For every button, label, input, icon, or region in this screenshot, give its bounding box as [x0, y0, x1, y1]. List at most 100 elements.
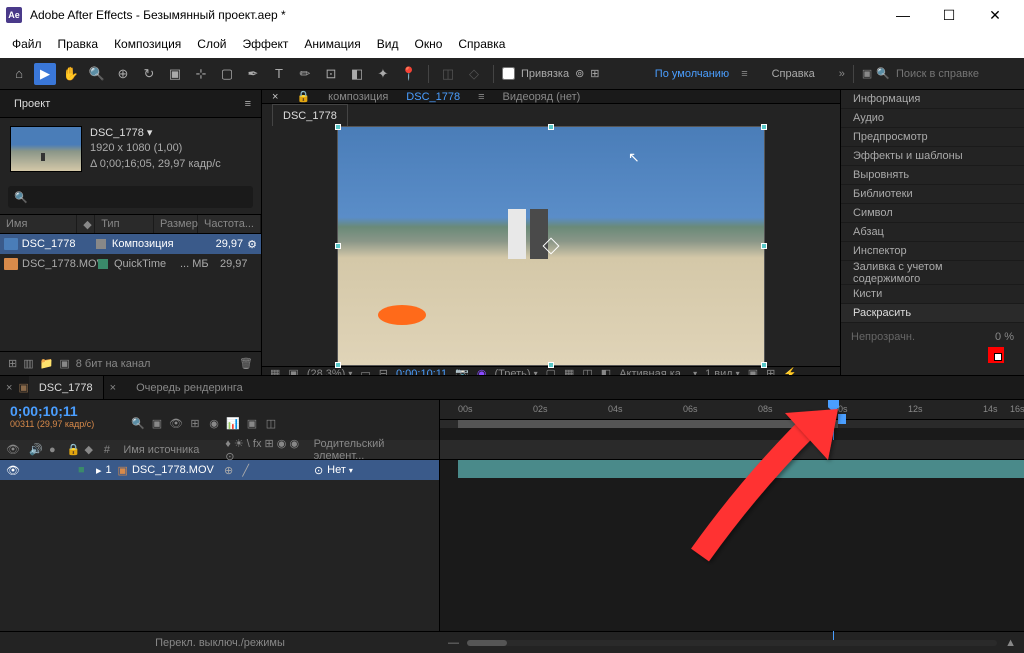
menu-animation[interactable]: Анимация: [296, 37, 368, 51]
rect-tool[interactable]: ▢: [216, 63, 238, 85]
interpret-icon[interactable]: ⊞: [8, 357, 17, 370]
panel-audio[interactable]: Аудио: [841, 109, 1024, 128]
shape-tool[interactable]: ◇: [463, 63, 485, 85]
bin-icon[interactable]: ▥: [23, 357, 33, 370]
panel-contentfill[interactable]: Заливка с учетом содержимого: [841, 261, 1024, 285]
tag-swatch[interactable]: [98, 259, 108, 269]
handle[interactable]: [761, 362, 767, 368]
menu-window[interactable]: Окно: [406, 37, 450, 51]
col-type[interactable]: Тип: [95, 215, 154, 233]
snap-checkbox[interactable]: [502, 67, 515, 80]
help-label[interactable]: Справка: [772, 68, 815, 80]
panel-paint[interactable]: Раскрасить: [841, 304, 1024, 323]
panel-align[interactable]: Выровнять: [841, 166, 1024, 185]
canvas[interactable]: ↖: [337, 126, 765, 366]
menu-file[interactable]: Файл: [4, 37, 50, 51]
opacity-value[interactable]: 0 %: [995, 331, 1014, 343]
text-tool[interactable]: T: [268, 63, 290, 85]
motion-blur-icon[interactable]: ◉: [206, 415, 222, 431]
col-freq[interactable]: Частота...: [198, 215, 261, 233]
col-source[interactable]: Имя источника: [123, 444, 219, 456]
eraser-tool[interactable]: ◧: [346, 63, 368, 85]
col-name[interactable]: Имя: [0, 215, 77, 233]
zoom-in-icon[interactable]: ▲: [1005, 637, 1016, 649]
anchor-tool[interactable]: ⊹: [190, 63, 212, 85]
workspace-default[interactable]: По умолчанию: [647, 68, 737, 80]
rotate-tool[interactable]: ↻: [138, 63, 160, 85]
search-home-icon[interactable]: ▣: [862, 67, 872, 80]
menu-help[interactable]: Справка: [450, 37, 513, 51]
parent-dropdown[interactable]: Нет: [327, 464, 353, 476]
viewport[interactable]: ↖: [262, 126, 840, 366]
proxy-icon[interactable]: ◫: [263, 415, 279, 431]
handle[interactable]: [335, 124, 341, 130]
close-button[interactable]: ✕: [972, 0, 1018, 30]
handle[interactable]: [335, 362, 341, 368]
handle[interactable]: [548, 124, 554, 130]
tl-comp-icon[interactable]: ▣: [149, 415, 165, 431]
project-tab[interactable]: Проект: [10, 98, 54, 110]
handle[interactable]: [548, 362, 554, 368]
shy-icon[interactable]: 👁: [168, 415, 184, 431]
draft-icon[interactable]: ▣: [244, 415, 260, 431]
camera-tool[interactable]: ▣: [164, 63, 186, 85]
col-tag[interactable]: ◆: [77, 215, 95, 233]
menu-composition[interactable]: Композиция: [106, 37, 189, 51]
menu-edit[interactable]: Правка: [50, 37, 107, 51]
orbit-tool[interactable]: ⊕: [112, 63, 134, 85]
bg-swatch[interactable]: [994, 353, 1002, 361]
menu-effect[interactable]: Эффект: [234, 37, 296, 51]
pen-tool[interactable]: ✒: [242, 63, 264, 85]
zoom-out-icon[interactable]: —: [448, 637, 459, 649]
stamp-tool[interactable]: ⊡: [320, 63, 342, 85]
handle[interactable]: [761, 124, 767, 130]
work-area[interactable]: [458, 420, 838, 428]
lock-icon[interactable]: 🔒: [296, 90, 310, 103]
layer-row[interactable]: 👁 ■ ▸ 1 ▣ DSC_1778.MOV ⊕ ╱ ⊙ Нет: [0, 460, 439, 480]
work-area-end[interactable]: [838, 414, 846, 424]
panel-character[interactable]: Символ: [841, 204, 1024, 223]
search-input[interactable]: [896, 68, 1016, 80]
col-size[interactable]: Размер: [154, 215, 198, 233]
selection-tool[interactable]: ▶: [34, 63, 56, 85]
expand-icon[interactable]: »: [839, 68, 845, 80]
panel-brushes[interactable]: Кисти: [841, 285, 1024, 304]
home-icon[interactable]: ⌂: [8, 63, 30, 85]
brush-tool[interactable]: ✏: [294, 63, 316, 85]
handle[interactable]: [335, 243, 341, 249]
panel-effects[interactable]: Эффекты и шаблоны: [841, 147, 1024, 166]
panel-menu-icon[interactable]: ≡: [245, 98, 251, 110]
project-row-comp[interactable]: DSC_1778 Композиция 29,97 ⚙: [0, 234, 261, 254]
col-parent[interactable]: Родительский элемент...: [314, 438, 433, 462]
panel-info[interactable]: Информация: [841, 90, 1024, 109]
bpc-label[interactable]: 8 бит на канал: [76, 358, 151, 370]
zoom-tool[interactable]: 🔍: [86, 63, 108, 85]
comp-tab[interactable]: DSC_1778: [272, 104, 348, 126]
trash-icon[interactable]: 🗑: [239, 357, 253, 370]
snap-align-icon[interactable]: ⊞: [590, 67, 599, 80]
panel-preview[interactable]: Предпросмотр: [841, 128, 1024, 147]
timeline-tab[interactable]: DSC_1778: [29, 376, 104, 399]
layer-clip[interactable]: [458, 460, 1024, 478]
menu-layer[interactable]: Слой: [189, 37, 234, 51]
search-icon[interactable]: 🔍: [130, 415, 146, 431]
tag-swatch[interactable]: [96, 239, 106, 249]
panel-paragraph[interactable]: Абзац: [841, 223, 1024, 242]
graph-icon[interactable]: 📊: [225, 415, 241, 431]
frame-blend-icon[interactable]: ⊞: [187, 415, 203, 431]
project-search[interactable]: 🔍: [8, 186, 253, 208]
workspace-menu-icon[interactable]: ≡: [741, 68, 747, 80]
mask-tool[interactable]: ◫: [437, 63, 459, 85]
menu-view[interactable]: Вид: [369, 37, 407, 51]
fg-swatch[interactable]: [988, 347, 1004, 363]
puppet-tool[interactable]: 📍: [398, 63, 420, 85]
close-tab-icon[interactable]: ×: [272, 91, 278, 103]
minimize-button[interactable]: —: [880, 0, 926, 30]
roto-tool[interactable]: ✦: [372, 63, 394, 85]
render-queue-tab[interactable]: Очередь рендеринга: [122, 382, 257, 394]
handle[interactable]: [761, 243, 767, 249]
time-ruler[interactable]: 00s 02s 04s 06s 08s 10s 12s 14s 16s: [440, 400, 1024, 420]
snap-icon[interactable]: ⊚: [575, 67, 584, 80]
hand-tool[interactable]: ✋: [60, 63, 82, 85]
project-row-mov[interactable]: DSC_1778.MOV QuickTime ... МБ 29,97: [0, 254, 261, 274]
